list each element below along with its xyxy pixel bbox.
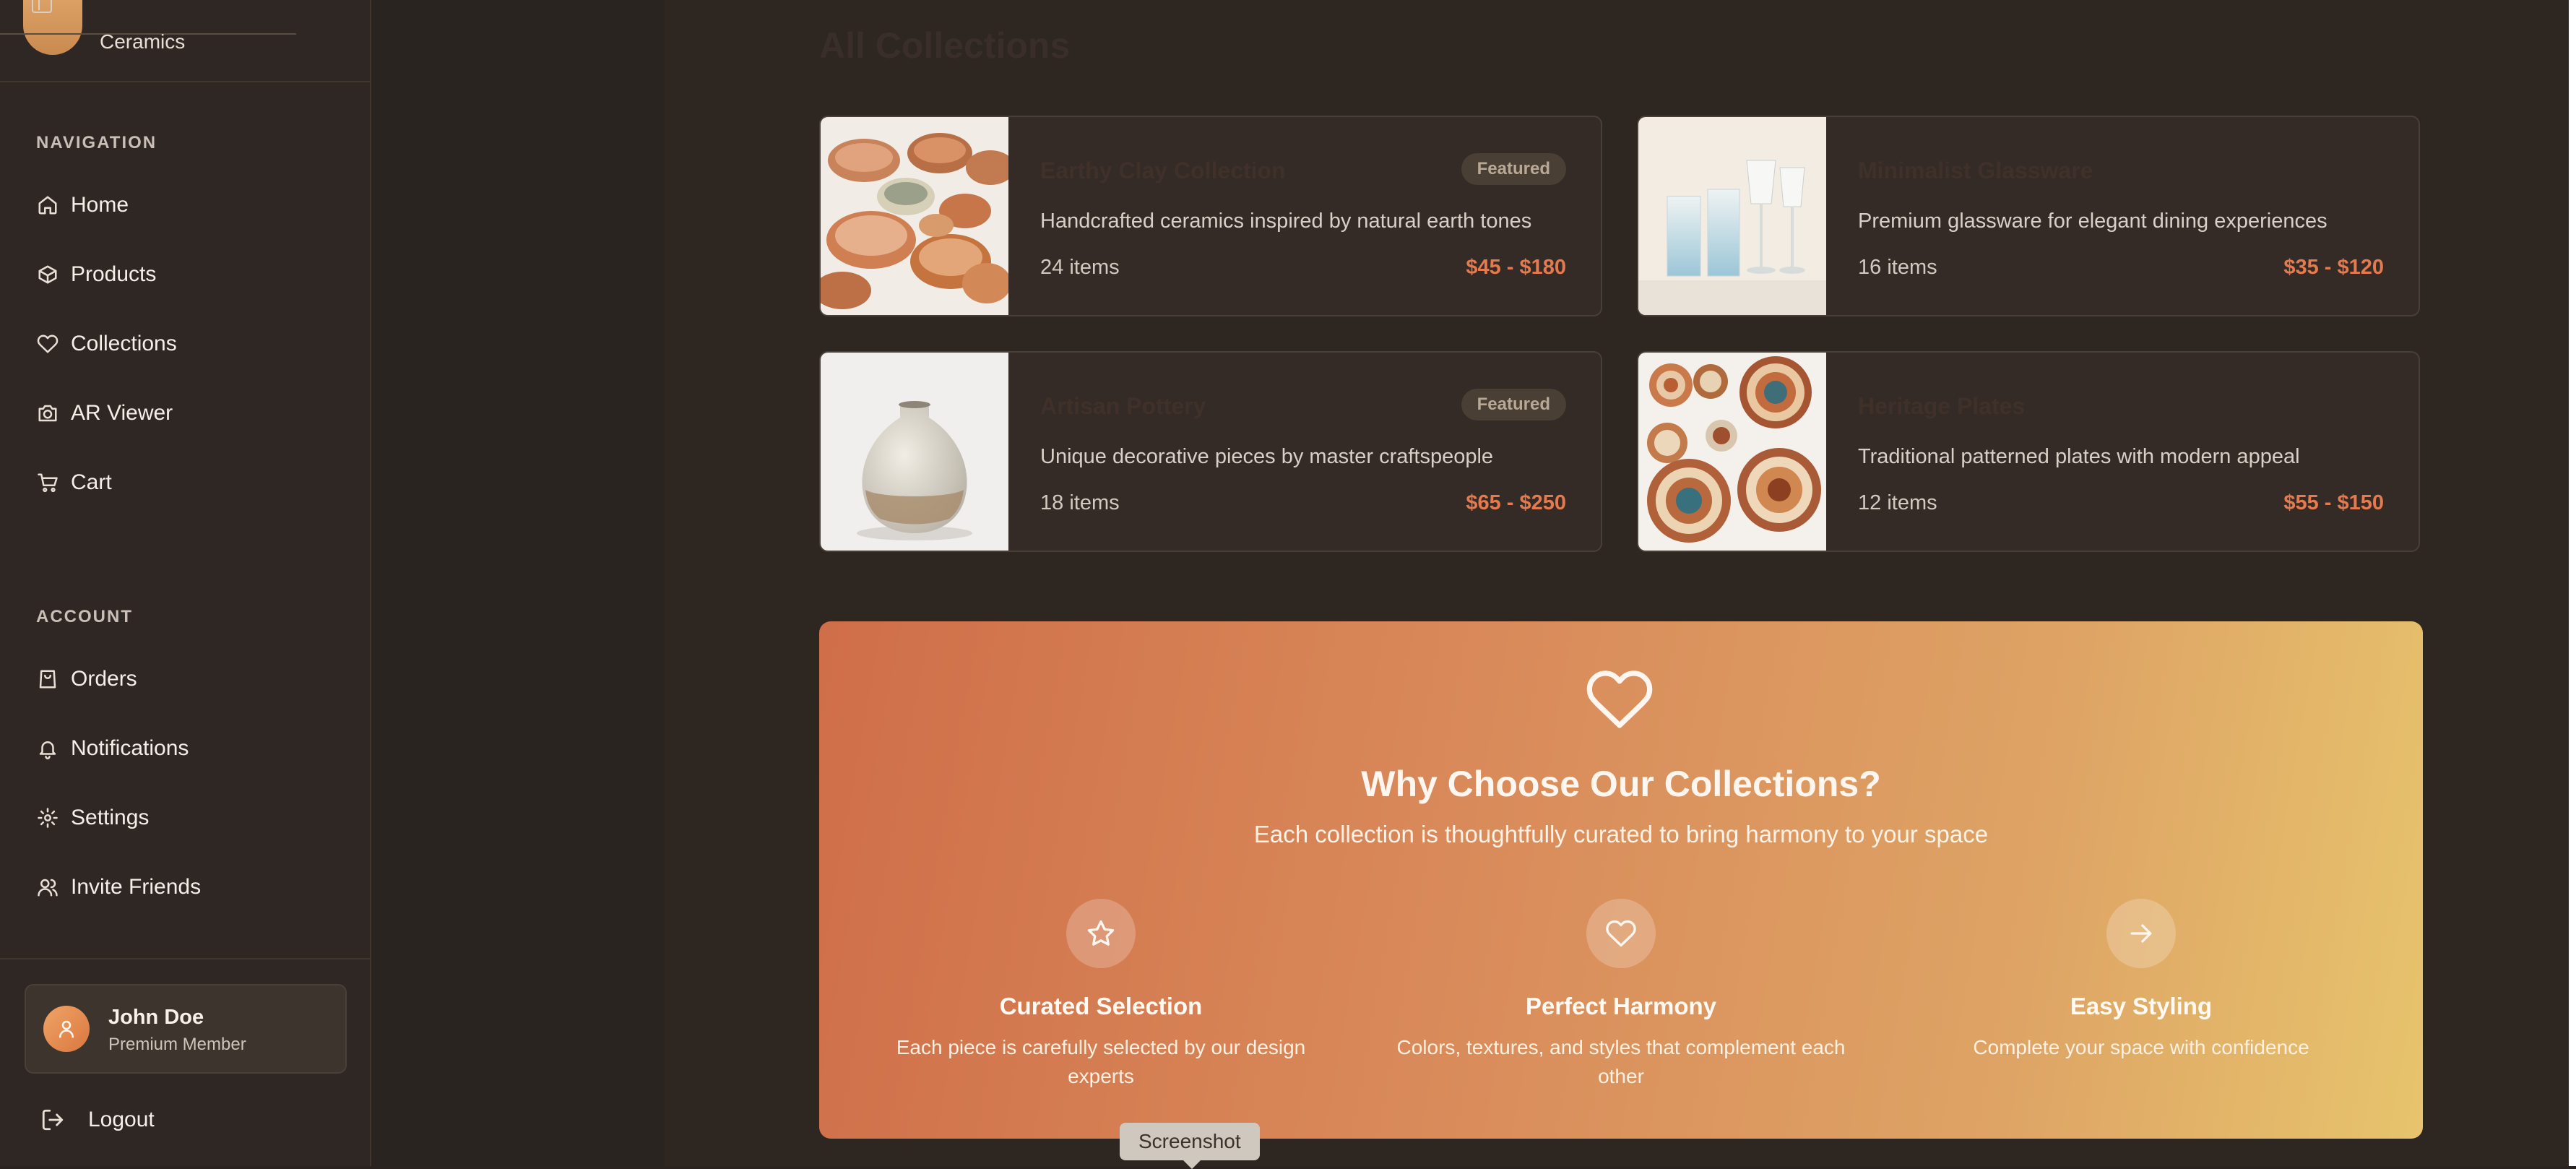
user-name: John Doe — [108, 1006, 204, 1029]
collection-price-range: $45 - $180 — [1466, 256, 1566, 279]
sidebar-item-label: Settings — [71, 806, 150, 829]
feature-title: Easy Styling — [2070, 993, 2213, 1019]
feature-title: Curated Selection — [999, 993, 1203, 1019]
sidebar-item-label: Invite Friends — [71, 875, 202, 899]
feature-description: Complete your space with confidence — [1973, 1036, 2309, 1058]
feature-icon-circle — [1066, 899, 1136, 968]
sidebar-item-home[interactable]: Home — [36, 184, 129, 227]
content-gutter — [371, 0, 665, 1166]
sidebar-divider — [0, 958, 371, 959]
why-choose-banner: Why Choose Our Collections? Each collect… — [819, 621, 2423, 1139]
collection-description: Traditional patterned plates with modern… — [1858, 445, 2300, 468]
collection-image-vase — [821, 353, 1008, 551]
feature-easy-styling: Easy Styling Complete your space with co… — [1903, 899, 2380, 1062]
users-icon — [36, 876, 59, 899]
collection-name: Minimalist Glassware — [1858, 158, 2093, 184]
bell-icon — [36, 737, 59, 760]
sidebar-item-settings[interactable]: Settings — [36, 796, 149, 840]
sidebar-item-orders[interactable]: Orders — [36, 657, 137, 701]
window-edge — [2569, 0, 2576, 1166]
why-title: Why Choose Our Collections? — [1361, 764, 1881, 804]
collection-card-minimalist-glassware[interactable]: Minimalist Glassware Premium glassware f… — [1637, 116, 2420, 316]
page-title: All Collections — [819, 25, 1071, 66]
collection-card-heritage-plates[interactable]: Heritage Plates Traditional patterned pl… — [1637, 351, 2420, 552]
brand-subtitle: Ceramics — [100, 30, 186, 53]
collection-image-bowls — [821, 117, 1008, 315]
collection-item-count: 18 items — [1040, 491, 1120, 514]
package-icon — [36, 263, 59, 286]
user-role: Premium Member — [108, 1035, 246, 1054]
sidebar-item-label: Collections — [71, 332, 177, 355]
collection-description: Handcrafted ceramics inspired by natural… — [1040, 210, 1532, 233]
sidebar-toggle-icon[interactable] — [32, 0, 52, 13]
sidebar-item-label: Orders — [71, 667, 137, 691]
featured-badge: Featured — [1461, 389, 1566, 420]
feature-description: Each piece is carefully selected by our … — [896, 1036, 1306, 1087]
collection-price-range: $55 - $150 — [2283, 491, 2384, 514]
camera-icon — [36, 402, 59, 425]
collection-card-artisan-pottery[interactable]: Artisan Pottery Featured Unique decorati… — [819, 351, 1602, 552]
user-profile-card[interactable]: John Doe Premium Member — [25, 984, 347, 1074]
sidebar-item-invite-friends[interactable]: Invite Friends — [36, 866, 201, 909]
collection-item-count: 12 items — [1858, 491, 1937, 514]
screenshot-tooltip: Screenshot — [1120, 1123, 1260, 1169]
logout-label: Logout — [88, 1108, 155, 1131]
star-icon — [1087, 920, 1115, 946]
collection-price-range: $65 - $250 — [1466, 491, 1566, 514]
heart-icon — [1586, 670, 1653, 728]
logout-icon — [42, 1109, 64, 1131]
heart-icon — [1606, 920, 1636, 947]
sidebar-item-label: Products — [71, 262, 157, 286]
collection-item-count: 24 items — [1040, 256, 1120, 279]
feature-icon-circle — [2106, 899, 2176, 968]
feature-title: Perfect Harmony — [1525, 993, 1717, 1019]
feature-icon-circle — [1586, 899, 1656, 968]
brand-header: Ceramics — [0, 0, 371, 82]
account-section-title: ACCOUNT — [36, 607, 133, 626]
collection-name: Earthy Clay Collection — [1040, 158, 1286, 184]
collection-description: Premium glassware for elegant dining exp… — [1858, 210, 2328, 233]
sidebar-item-label: Home — [71, 193, 129, 217]
heart-icon — [36, 332, 59, 355]
sidebar-item-label: AR Viewer — [71, 401, 173, 425]
collection-price-range: $35 - $120 — [2283, 256, 2384, 279]
user-icon — [59, 1020, 74, 1038]
gear-icon — [36, 806, 59, 829]
collection-item-count: 16 items — [1858, 256, 1937, 279]
why-subtitle: Each collection is thoughtfully curated … — [1253, 821, 1989, 847]
sidebar: Ceramics NAVIGATION Home Products Collec… — [0, 0, 371, 1166]
sidebar-item-products[interactable]: Products — [36, 253, 156, 296]
collection-card-earthy-clay[interactable]: Earthy Clay Collection Featured Handcraf… — [819, 116, 1602, 316]
navigation-section-title: NAVIGATION — [36, 133, 157, 152]
arrow-right-icon — [2130, 924, 2152, 943]
sidebar-item-cart[interactable]: Cart — [36, 461, 112, 504]
collection-image-glassware — [1638, 117, 1826, 315]
featured-badge: Featured — [1461, 153, 1566, 185]
feature-curated-selection: Curated Selection Each piece is carefull… — [863, 899, 1339, 1091]
logout-button[interactable]: Logout — [40, 1098, 155, 1142]
sidebar-item-notifications[interactable]: Notifications — [36, 727, 189, 770]
sidebar-item-collections[interactable]: Collections — [36, 322, 177, 366]
collection-name: Artisan Pottery — [1040, 393, 1206, 419]
feature-perfect-harmony: Perfect Harmony Colors, textures, and st… — [1383, 899, 1859, 1091]
collection-description: Unique decorative pieces by master craft… — [1040, 445, 1494, 468]
sidebar-item-label: Cart — [71, 470, 112, 494]
sidebar-item-label: Notifications — [71, 736, 189, 760]
shopping-bag-icon — [36, 668, 59, 691]
cart-icon — [36, 471, 59, 494]
collection-image-plates — [1638, 353, 1826, 551]
feature-description: Colors, textures, and styles that comple… — [1396, 1036, 1846, 1087]
collection-name: Heritage Plates — [1858, 393, 2026, 419]
home-icon — [36, 194, 59, 217]
avatar — [43, 1006, 90, 1052]
sidebar-item-ar-viewer[interactable]: AR Viewer — [36, 392, 173, 435]
